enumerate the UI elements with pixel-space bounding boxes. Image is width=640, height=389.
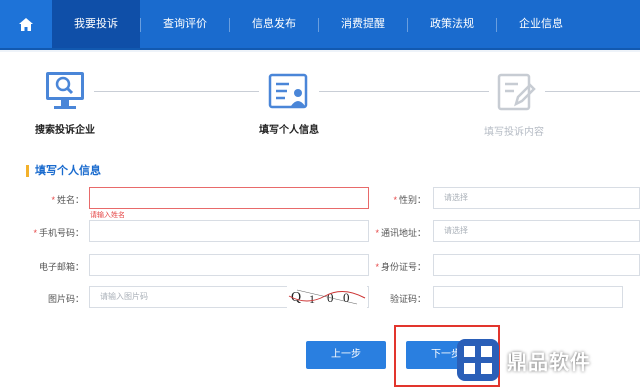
email-input[interactable] [89,254,369,276]
required-mark: * [51,195,55,205]
email-label: 电子邮箱： [38,262,84,272]
gender-select[interactable]: 请选择 [433,187,640,209]
nav-item-alerts[interactable]: 消费提醒 [319,0,407,48]
nav-item-policy[interactable]: 政策法规 [408,0,496,48]
name-label-text: 姓名： [56,195,84,205]
step-label-search: 搜索投诉企业 [35,125,95,136]
image-code-label: 图片码： [47,294,84,304]
required-mark: * [393,195,397,205]
section-title: 填写个人信息 [26,165,101,177]
address-label-text: 通讯地址： [380,228,426,238]
prev-step-button[interactable]: 上一步 [306,341,386,369]
phone-label-text: 手机号码： [38,228,84,238]
nav-item-complaint[interactable]: 我要投诉 [52,0,140,48]
id-number-input[interactable] [433,254,640,276]
required-mark: * [375,228,379,238]
nav-item-query[interactable]: 查询评价 [141,0,229,48]
watermark-logo-icon [457,339,499,381]
name-label: * 姓名： [14,193,84,206]
name-error-text: 请输入姓名 [90,212,125,219]
address-label: * 通讯地址： [356,226,426,239]
phone-label: * 手机号码： [14,226,84,239]
gender-label: * 性别： [356,193,426,206]
step-connector [319,91,489,92]
personal-info-icon [268,73,308,109]
step-connector [94,91,259,92]
watermark: 鼎品软件 [455,333,635,387]
required-mark: * [375,262,379,272]
monitor-search-icon [46,72,84,109]
home-icon [19,17,33,31]
complaint-edit-icon [497,73,536,111]
step-label-personal: 填写个人信息 [259,125,319,136]
nav-item-info[interactable]: 信息发布 [230,0,318,48]
step-label-complaint: 填写投诉内容 [484,127,544,138]
address-select[interactable]: 请选择 [433,220,640,242]
gender-label-text: 性别： [398,195,426,205]
captcha-image[interactable]: Q 1 0 0 [287,286,367,308]
verify-code-label: 验证码： [389,294,426,304]
top-nav: 我要投诉 查询评价 信息发布 消费提醒 政策法规 企业信息 [0,0,640,50]
verify-code-input[interactable] [433,286,623,308]
step-connector [545,91,640,92]
required-mark: * [33,228,37,238]
nav-item-company[interactable]: 企业信息 [497,0,585,48]
id-number-label-text: 身份证号： [380,262,426,272]
watermark-text: 鼎品软件 [507,351,591,374]
id-number-label: * 身份证号： [356,260,426,273]
home-button[interactable] [0,0,52,48]
phone-input[interactable] [89,220,369,242]
name-input[interactable] [89,187,369,209]
